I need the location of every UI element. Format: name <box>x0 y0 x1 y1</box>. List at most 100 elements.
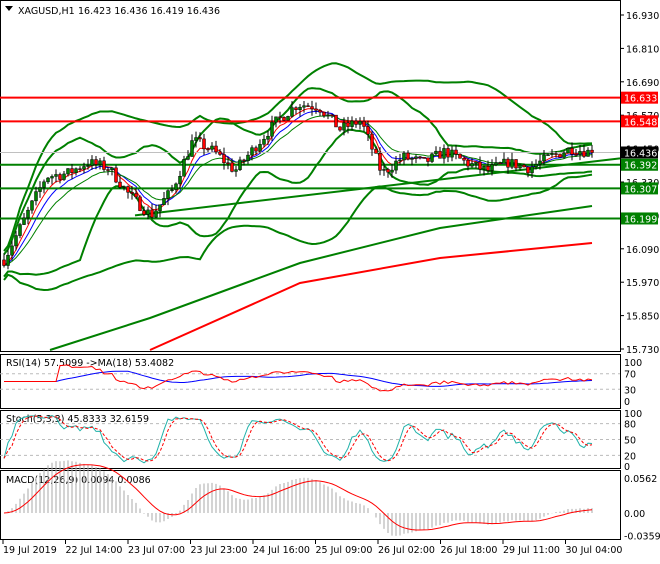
candle-bull <box>579 151 582 154</box>
candle-bear <box>559 154 562 157</box>
candle-bear <box>127 186 130 192</box>
price-panel[interactable]: 16.93016.81016.69016.57016.45016.33016.2… <box>0 1 659 357</box>
candle-bull <box>11 246 14 255</box>
candle-bear <box>523 165 526 167</box>
candle-bull <box>451 150 454 157</box>
candle-bear <box>3 260 6 266</box>
candle-bull <box>343 123 346 130</box>
candle-bull <box>175 184 178 190</box>
candle-bull <box>123 186 126 187</box>
candle-bear <box>347 123 350 127</box>
candle-bull <box>239 160 242 170</box>
candle-bear <box>583 151 586 156</box>
macd-panel[interactable]: MACD(12,26,9) 0.0094 0.0086 0.05620.00-0… <box>1 460 660 542</box>
candle-bear <box>139 197 142 211</box>
candle-bull <box>411 158 414 159</box>
candle-bear <box>507 159 510 167</box>
candle-bear <box>459 154 462 158</box>
time-tick-label: 26 Jul 02:00 <box>378 545 435 556</box>
time-tick-label: 29 Jul 11:00 <box>503 545 560 556</box>
candle-bear <box>479 162 482 169</box>
candle-bear <box>231 163 234 172</box>
candle-bear <box>339 127 342 130</box>
price-tick-label: 16.690 <box>626 78 659 89</box>
candle-bull <box>87 165 90 166</box>
trading-chart[interactable]: 16.93016.81016.69016.57016.45016.33016.2… <box>0 0 660 560</box>
candle-bull <box>191 141 194 157</box>
candle-bear <box>79 169 82 170</box>
time-tick-label: 24 Jul 16:00 <box>253 545 310 556</box>
macd-tick-label: 0.00 <box>624 509 645 520</box>
candle-bull <box>471 163 474 166</box>
candle-bear <box>227 163 230 164</box>
candle-bull <box>475 162 478 163</box>
candle-bear <box>419 157 422 158</box>
candle-bull <box>179 176 182 184</box>
candle-bear <box>243 160 246 161</box>
candle-bear <box>295 108 298 110</box>
candle-bear <box>115 168 118 182</box>
candle-bull <box>511 159 514 167</box>
time-tick-label: 26 Jul 18:00 <box>441 545 498 556</box>
rsi-title: RSI(14) 57.5099 ->MA(18) 53.4082 <box>6 358 174 369</box>
candle-bear <box>199 138 202 139</box>
candle-bear <box>223 154 226 162</box>
candle-bull <box>75 169 78 173</box>
support-level-label: 16.199 <box>624 214 657 225</box>
candle-bear <box>487 166 490 170</box>
time-tick-label: 30 Jul 04:00 <box>566 545 623 556</box>
candle-bull <box>187 157 190 160</box>
candle-bull <box>395 161 398 170</box>
candle-bull <box>291 108 294 117</box>
candle-bear <box>571 148 574 154</box>
stoch-panel[interactable]: Stoch(5,3,3) 45.8333 32.6159 1008050200 <box>0 409 642 473</box>
candle-bull <box>483 166 486 169</box>
candle-bull <box>235 170 238 172</box>
time-axis: 19 Jul 201922 Jul 14:0023 Jul 07:0023 Ju… <box>3 540 622 556</box>
candle-bull <box>211 146 214 149</box>
candle-bull <box>15 236 18 246</box>
candle-bull <box>567 148 570 153</box>
candle-bull <box>531 167 534 173</box>
candle-bear <box>131 192 134 193</box>
candle-bear <box>375 149 378 153</box>
price-tick-label: 15.850 <box>626 312 659 323</box>
candle-bull <box>563 153 566 157</box>
candle-bear <box>311 107 314 109</box>
candle-bear <box>331 115 334 116</box>
candle-bear <box>335 115 338 127</box>
candle-bull <box>271 122 274 136</box>
candle-bull <box>27 210 30 218</box>
stoch-tick-label: 0 <box>624 462 630 473</box>
candle-bear <box>107 170 110 171</box>
candle-bear <box>427 158 430 162</box>
candle-bull <box>31 201 34 210</box>
stoch-tick-label: 100 <box>624 409 642 420</box>
candle-bull <box>491 165 494 171</box>
time-tick-label: 23 Jul 07:00 <box>128 545 185 556</box>
candle-bull <box>251 148 254 155</box>
price-tick-label: 16.810 <box>626 44 659 55</box>
candle-bull <box>275 117 278 122</box>
rsi-tick-label: 100 <box>624 358 642 369</box>
rsi-panel[interactable]: RSI(14) 57.5099 ->MA(18) 53.4082 1007030… <box>0 355 642 409</box>
candle-bull <box>399 160 402 161</box>
candle-bear <box>203 139 206 149</box>
candle-bull <box>263 139 266 144</box>
macd-title: MACD(12,26,9) 0.0094 0.0086 <box>6 475 151 486</box>
candle-bear <box>151 210 154 217</box>
candle-bear <box>283 117 286 120</box>
candle-bull <box>543 155 546 161</box>
candle-bull <box>39 187 42 191</box>
candle-bull <box>551 154 554 155</box>
candle-bear <box>387 169 390 172</box>
support-level-label: 16.392 <box>624 161 657 172</box>
rsi-tick-label: 0 <box>624 397 630 408</box>
rsi-tick-label: 70 <box>624 370 636 381</box>
candle-bull <box>383 169 386 170</box>
candle-bear <box>143 211 146 215</box>
macd-tick-label: -0.0359 <box>624 531 660 542</box>
time-tick-label: 22 Jul 14:00 <box>66 545 123 556</box>
candle-bull <box>403 153 406 160</box>
candle-bull <box>247 155 250 161</box>
